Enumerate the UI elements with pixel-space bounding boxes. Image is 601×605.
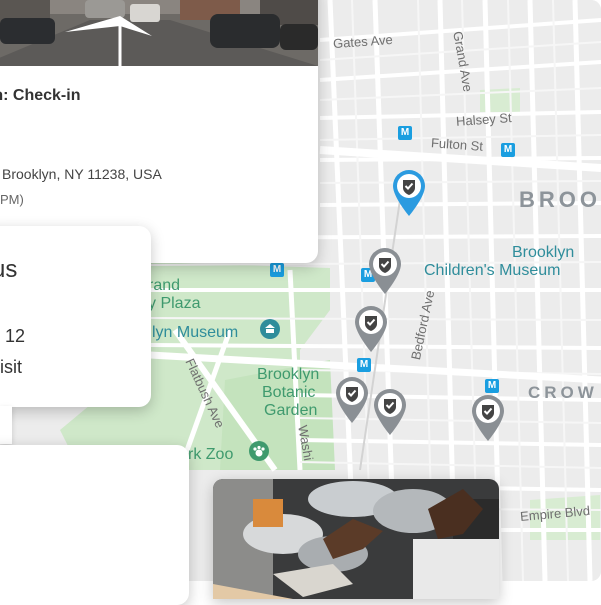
museum-icon[interactable] [260, 319, 280, 339]
event-title: cus [0, 256, 17, 284]
place-label-plaza-2: y Plaza [148, 295, 200, 312]
recycling-photo [213, 479, 499, 599]
metro-station-icon[interactable]: M [501, 143, 515, 157]
place-label-botanic-1: Brooklyn [257, 366, 319, 383]
place-label-childrens-museum-1: Brooklyn [512, 244, 574, 262]
checkin-address: Brooklyn, NY 11238, USA [2, 166, 162, 182]
place-label-zoo: rk Zoo [188, 446, 233, 463]
checkin-title: ian: Check-in [0, 87, 80, 105]
place-label-botanic-3: Garden [264, 402, 317, 419]
neighborhood-label-brooklyn: BROO [519, 187, 601, 213]
map-pin[interactable] [469, 392, 507, 440]
photo-card[interactable] [213, 479, 499, 599]
metro-station-icon[interactable]: M [398, 126, 412, 140]
place-label-museum: lyn Museum [152, 324, 238, 342]
place-label-childrens-museum-2: Children's Museum [424, 262, 560, 280]
metro-station-icon[interactable]: M [270, 263, 284, 277]
neighborhood-label-crown: CROW [528, 383, 598, 403]
info-card[interactable] [0, 445, 189, 605]
map-pin[interactable] [371, 386, 409, 434]
checkin-card[interactable]: ian: Check-in Brooklyn, NY 11238, USA PM… [0, 0, 318, 263]
card-edge [0, 406, 12, 444]
map-pin-active[interactable] [390, 167, 428, 215]
street-view-photo [0, 0, 318, 66]
event-line-2: ne 12 [0, 326, 25, 347]
map-pin[interactable] [366, 245, 404, 293]
map-pin[interactable] [333, 374, 371, 422]
map-pin[interactable] [352, 303, 390, 351]
event-line-3: r visit [0, 357, 22, 378]
place-label-plaza-1: rand [148, 277, 180, 294]
event-card[interactable]: cus en ne 12 r visit [0, 226, 151, 407]
metro-station-icon[interactable]: M [357, 358, 371, 372]
checkin-time: PM) [0, 192, 24, 207]
place-label-botanic-2: Botanic [262, 384, 315, 401]
zoo-icon[interactable] [249, 441, 269, 461]
metro-station-icon[interactable]: M [485, 379, 499, 393]
